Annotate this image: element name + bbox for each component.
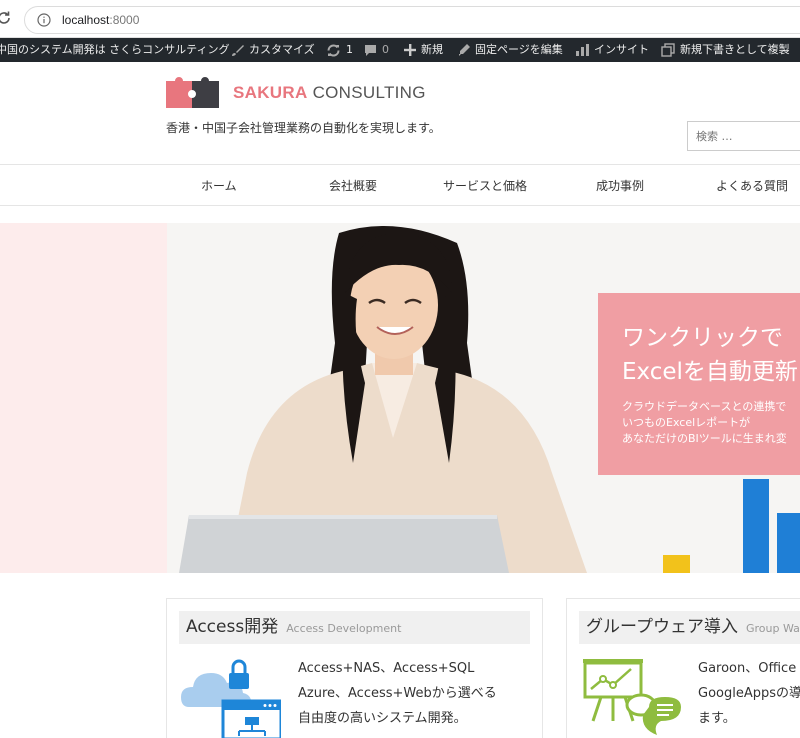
hero-text-line2: いつものExcelレポートが <box>622 416 751 429</box>
service-subtitle: Group Wa <box>745 622 800 635</box>
brush-icon <box>232 44 244 56</box>
admin-comments-count: 0 <box>382 43 389 56</box>
service-line: GoogleAppsの導 <box>698 686 800 701</box>
hero-side-panel <box>0 223 167 573</box>
admin-customize-label: カスタマイズ <box>249 43 315 56</box>
cloud-lock-icon <box>181 659 281 738</box>
logo-rest: CONSULTING <box>312 82 426 102</box>
reload-icon[interactable] <box>0 10 12 26</box>
bar-chart-icon <box>576 44 589 56</box>
duplicate-icon <box>661 43 675 57</box>
service-title: Access開発 <box>186 617 279 637</box>
site-logo[interactable]: SAKURA CONSULTING <box>166 77 426 108</box>
admin-insights[interactable]: インサイト <box>576 38 649 62</box>
admin-new[interactable]: 新規 <box>404 38 443 62</box>
admin-new-label: 新規 <box>421 43 443 56</box>
search-box[interactable] <box>687 121 800 151</box>
service-card-access[interactable]: Access開発 Access Development Access+NAS、A… <box>166 598 543 738</box>
nav-faq[interactable]: よくある質問 <box>716 177 788 194</box>
updates-icon <box>327 44 340 56</box>
service-card-header: Access開発 Access Development <box>179 611 530 644</box>
nav-case-studies[interactable]: 成功事例 <box>596 177 644 194</box>
logo-text: SAKURA CONSULTING <box>233 83 426 103</box>
comment-icon <box>365 44 376 56</box>
admin-comments[interactable]: 0 <box>364 38 389 62</box>
admin-customize[interactable]: カスタマイズ <box>231 38 315 62</box>
nav-company[interactable]: 会社概要 <box>329 177 377 194</box>
admin-updates-count: 1 <box>346 43 353 56</box>
service-description: Access+NAS、Access+SQL Azure、Access+Webから… <box>298 656 497 731</box>
service-card-header: グループウェア導入 Group Wa <box>579 611 800 644</box>
service-line: ます。 <box>698 711 736 726</box>
admin-duplicate-label: 新規下書きとして複製 <box>680 43 790 56</box>
logo-brand: SAKURA <box>233 82 308 102</box>
service-title: グループウェア導入 <box>586 617 738 637</box>
url-host: localhost <box>62 13 110 27</box>
service-line: Access+NAS、Access+SQL <box>298 661 475 676</box>
service-line: 自由度の高いシステム開発。 <box>298 711 467 726</box>
admin-bar: 中国のシステム開発は さくらコンサルティング カスタマイズ 1 0 新規 固定ペ… <box>0 38 800 62</box>
site-tagline: 香港・中国子会社管理業務の自動化を実現します。 <box>166 121 441 135</box>
url-port: :8000 <box>109 13 140 27</box>
address-bar[interactable]: localhost:8000 <box>24 6 800 34</box>
admin-duplicate[interactable]: 新規下書きとして複製 <box>661 38 790 62</box>
presentation-board-icon <box>583 659 681 735</box>
admin-site-name[interactable]: 中国のシステム開発は さくらコンサルティング <box>0 38 230 62</box>
main-navigation: ホーム 会社概要 サービスと価格 成功事例 よくある質問 <box>0 164 800 206</box>
nav-services-pricing[interactable]: サービスと価格 <box>443 177 527 194</box>
info-icon[interactable] <box>37 13 51 27</box>
admin-updates[interactable]: 1 <box>326 38 353 62</box>
hero-text-line3: あなただけのBIツールに生まれ変 <box>622 432 787 445</box>
browser-toolbar: localhost:8000 <box>0 0 800 38</box>
nav-home[interactable]: ホーム <box>201 177 237 194</box>
pencil-icon <box>459 44 470 56</box>
puzzle-logo-icon <box>166 77 219 108</box>
hero-heading-line2: Excelを自動更新 <box>622 359 798 385</box>
hero-text-line1: クラウドデータベースとの連携で <box>622 400 787 413</box>
service-line: Azure、Access+Webから選べる <box>298 686 497 701</box>
service-subtitle: Access Development <box>286 622 402 635</box>
service-card-groupware[interactable]: グループウェア導入 Group Wa Garoon、Office GoogleA… <box>566 598 800 738</box>
admin-edit-page-label: 固定ページを編集 <box>475 43 563 56</box>
plus-icon <box>404 44 416 56</box>
service-description: Garoon、Office GoogleAppsの導 ます。 <box>698 656 800 731</box>
hero-banner[interactable]: ワンクリックで Excelを自動更新 クラウドデータベースとの連携で いつものE… <box>598 293 800 475</box>
admin-site-name-label: 中国のシステム開発は さくらコンサルティング <box>0 43 230 56</box>
url-text: localhost:8000 <box>62 13 139 27</box>
admin-insights-label: インサイト <box>594 43 649 56</box>
service-line: Garoon、Office <box>698 661 797 676</box>
admin-edit-page[interactable]: 固定ページを編集 <box>458 38 563 62</box>
search-input[interactable] <box>688 122 800 150</box>
hero-heading-line1: ワンクリックで <box>622 325 783 351</box>
